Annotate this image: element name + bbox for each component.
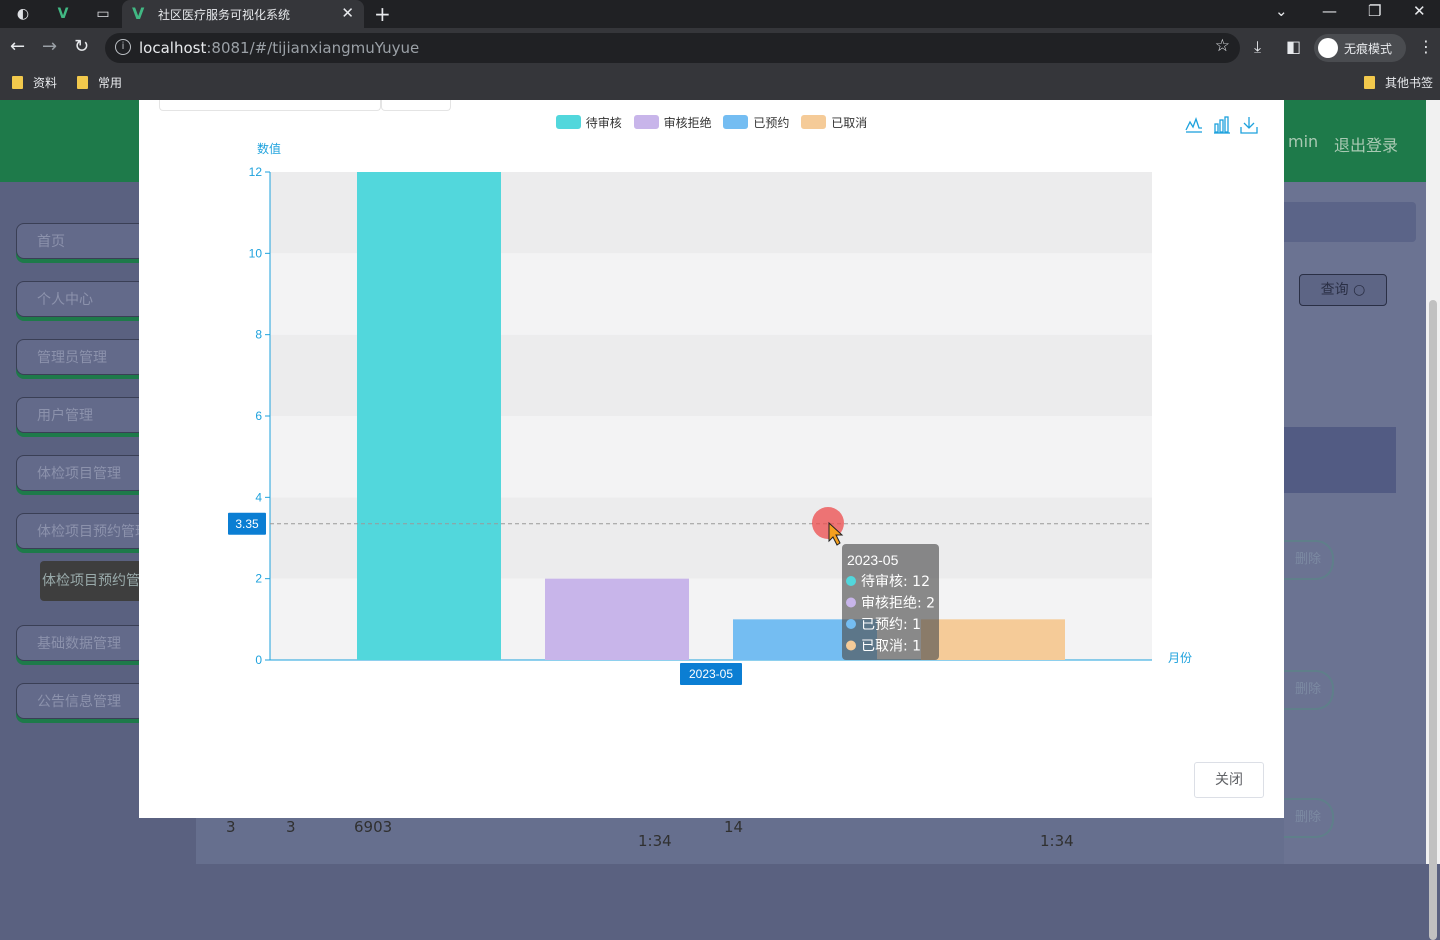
sidebar-item-exam-items[interactable]: 体检项目管理: [16, 455, 146, 491]
bookmark-folder-changyong[interactable]: 常用: [77, 74, 122, 91]
search-strip: [1284, 202, 1416, 242]
tooltip-series-dot: [846, 640, 856, 651]
page-scrollbar[interactable]: [1426, 100, 1440, 940]
close-button[interactable]: 关闭: [1194, 762, 1264, 798]
axis-pointer-x-label: 2023-05: [689, 667, 733, 681]
bookmark-star-icon[interactable]: ☆: [1215, 36, 1230, 56]
query-button[interactable]: 查询 ○: [1299, 274, 1387, 306]
y-tick-label: 2: [255, 572, 262, 586]
bar-chart[interactable]: 0 2 4 6 8 10 12 数值月份 3.35 2023-05 2023-05 待审核: 12 审核…: [139, 100, 1284, 720]
window-close-icon[interactable]: ✕: [1413, 2, 1426, 20]
table-cell: 1:34: [638, 832, 672, 850]
forward-icon[interactable]: →: [42, 36, 57, 57]
new-tab-icon[interactable]: +: [374, 2, 391, 26]
address-toolbar: ← → ↻ i localhost:8081/#/tijianxiangmuYu…: [0, 28, 1440, 68]
tab-title: 社区医疗服务可视化系统: [158, 8, 291, 22]
globe-icon[interactable]: ◐: [12, 4, 34, 24]
tab-search-chevron-icon[interactable]: ⌄: [1275, 2, 1288, 20]
tooltip-series-dot: [846, 619, 856, 629]
incognito-label: 无痕模式: [1344, 42, 1393, 56]
search-icon: ○: [1353, 282, 1366, 298]
logout-link[interactable]: 退出登录: [1334, 132, 1398, 156]
table-cell: 14: [724, 818, 744, 836]
url-host: localhost: [139, 39, 207, 57]
url-text[interactable]: localhost:8081/#/tijianxiangmuYuyue: [139, 39, 419, 57]
sidebar-item-basic-data[interactable]: 基础数据管理: [16, 625, 146, 661]
address-bar[interactable]: i localhost:8081/#/tijianxiangmuYuyue ☆: [105, 33, 1240, 63]
vue-tab-icon[interactable]: V: [52, 4, 74, 24]
download-icon[interactable]: ⤓: [1254, 37, 1261, 57]
folder-icon: [1364, 76, 1375, 89]
incognito-badge[interactable]: 无痕模式: [1314, 34, 1406, 62]
sidebar-item-profile[interactable]: 个人中心: [16, 281, 146, 317]
chart-dialog: 待审核 审核拒绝 已预约 已取消 0 2 4 6 8 10 12 数值 月份 3.35 2023-0…: [139, 100, 1284, 818]
tooltip-series-dot: [846, 576, 856, 586]
tab-window-icon[interactable]: ▭: [92, 4, 114, 24]
sidebar-item-exam-appointments[interactable]: 体检项目预约管理: [16, 513, 146, 549]
y-tick-label: 4: [255, 490, 262, 504]
menu-kebab-icon[interactable]: ⋮: [1418, 37, 1434, 56]
site-info-icon[interactable]: i: [115, 39, 131, 55]
delete-button[interactable]: 删除: [1284, 540, 1334, 580]
bar-已取消: [921, 619, 1065, 660]
y-tick-label: 10: [249, 246, 263, 260]
table-cell: 3: [226, 818, 236, 836]
url-path: :8081/#/tijianxiangmuYuyue: [206, 39, 420, 57]
restore-icon[interactable]: ❐: [1368, 2, 1381, 20]
sidebar-item-users[interactable]: 用户管理: [16, 397, 146, 433]
delete-button[interactable]: 删除: [1284, 798, 1334, 838]
other-bookmarks-label: 其他书签: [1385, 76, 1434, 90]
query-label: 查询: [1320, 282, 1349, 298]
tooltip-line: 已取消: 1: [861, 639, 921, 655]
bookmark-folder-ziliao[interactable]: 资料: [12, 74, 57, 91]
table-header-block: [1284, 427, 1396, 493]
tooltip-line: 审核拒绝: 2: [861, 596, 935, 612]
active-tab[interactable]: V 社区医疗服务可视化系统 ✕: [122, 0, 364, 28]
table-cell: 6903: [354, 818, 393, 836]
table-cell: 1:34: [1040, 832, 1074, 850]
minimize-icon[interactable]: —: [1322, 2, 1337, 20]
axis-pointer-y-label: 3.35: [235, 517, 259, 531]
sidebar-item-notices[interactable]: 公告信息管理: [16, 683, 146, 719]
sidebar-subitem-exam-appointments[interactable]: 体检项目预约管理: [40, 561, 152, 601]
y-tick-label: 6: [255, 409, 262, 423]
sidebar-item-home[interactable]: 首页: [16, 223, 146, 259]
browser-tab-strip: ◐ V ▭ V 社区医疗服务可视化系统 ✕ + ⌄ — ❐ ✕: [0, 0, 1440, 28]
delete-button[interactable]: 删除: [1284, 670, 1334, 710]
scrollbar-thumb[interactable]: [1429, 300, 1437, 940]
other-bookmarks[interactable]: 其他书签: [1364, 74, 1433, 91]
y-tick-label: 0: [255, 653, 262, 667]
folder-icon: [12, 76, 23, 89]
y-tick-label: 8: [255, 328, 262, 342]
tooltip-line: 已预约: 1: [861, 617, 921, 633]
tab-close-icon[interactable]: ✕: [341, 4, 354, 22]
reload-icon[interactable]: ↻: [74, 36, 89, 57]
tooltip-line: 待审核: 12: [861, 574, 930, 590]
folder-icon: [77, 76, 88, 89]
sidebar-item-admins[interactable]: 管理员管理: [16, 339, 146, 375]
back-icon[interactable]: ←: [10, 36, 25, 57]
bar-审核拒绝: [545, 578, 689, 660]
header-username: min: [1288, 132, 1319, 151]
y-axis-label: 数值: [257, 141, 281, 156]
tooltip-series-dot: [846, 597, 856, 608]
bookmark-label: 资料: [33, 76, 58, 90]
incognito-avatar-icon: [1318, 38, 1338, 58]
table-cell: 3: [286, 818, 296, 836]
bookmark-label: 常用: [98, 76, 123, 90]
vue-logo-icon: V: [132, 4, 145, 23]
bar-待审核: [357, 172, 501, 660]
bookmarks-bar: 资料 常用 其他书签: [0, 68, 1440, 100]
tooltip-title: 2023-05: [847, 552, 899, 568]
side-panel-icon[interactable]: ◧: [1286, 37, 1301, 56]
x-axis-label: 月份: [1168, 651, 1192, 665]
y-tick-label: 12: [249, 165, 263, 179]
